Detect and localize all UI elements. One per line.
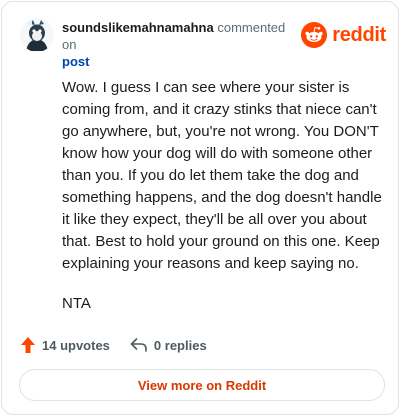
upvote-count: 14 upvotes — [42, 337, 110, 353]
comment-paragraph: Wow. I guess I can see where your sister… — [62, 79, 382, 272]
comment-actions: 14 upvotes 0 replies — [20, 334, 207, 356]
reddit-logo-icon — [301, 22, 328, 48]
reply-count: 0 replies — [153, 337, 207, 353]
reply-button[interactable]: 0 replies — [130, 337, 207, 353]
reddit-wordmark: reddit — [332, 23, 386, 46]
upvote-button[interactable]: 14 upvotes — [20, 336, 110, 354]
comment-header: soundslikemahnamahna commented on post r… — [20, 16, 386, 69]
upvote-arrow-icon — [21, 337, 35, 353]
embedded-comment-card: soundslikemahnamahna commented on post r… — [1, 1, 399, 415]
reddit-brand[interactable]: reddit — [301, 22, 386, 48]
avatar-icon — [20, 18, 54, 52]
comment-meta: soundslikemahnamahna commented on post — [62, 19, 302, 70]
user-avatar[interactable] — [20, 18, 54, 52]
comment-body: Wow. I guess I can see where your sister… — [62, 77, 382, 333]
comment-paragraph: NTA — [62, 295, 91, 312]
username-link[interactable]: soundslikemahnamahna — [62, 20, 214, 35]
post-link[interactable]: post — [62, 53, 302, 70]
reply-arrow-icon — [130, 338, 147, 352]
view-more-button[interactable]: View more on Reddit — [19, 369, 385, 401]
